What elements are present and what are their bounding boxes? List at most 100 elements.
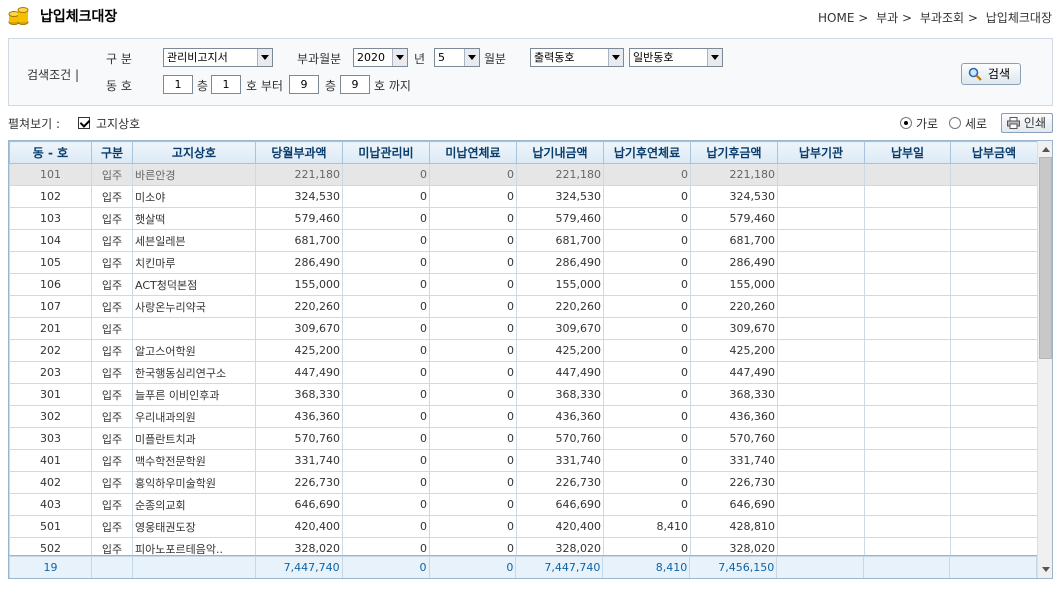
table-row[interactable]: 201 입주 309,670 0 0 309,670 0 309,670 <box>9 317 1038 340</box>
cell-due-amount: 368,330 <box>516 383 604 406</box>
table-row[interactable]: 203 입주 한국행동심리연구소 447,490 0 0 447,490 0 447,490 <box>9 361 1038 384</box>
scroll-up-icon[interactable] <box>1038 141 1052 157</box>
table-row[interactable]: 107 입주 사랑온누리약국 220,260 0 0 220,260 0 220,260 <box>9 295 1038 318</box>
table-row[interactable]: 104 입주 세븐일레븐 681,700 0 0 681,700 0 681,700 <box>9 229 1038 252</box>
cell-payment-amount <box>950 361 1038 384</box>
breadcrumb-levy[interactable]: 부과 > <box>876 11 912 25</box>
table-row[interactable]: 202 입주 알고스어학원 425,200 0 0 425,200 0 425,200 <box>9 339 1038 362</box>
total-dong-ho: 19 <box>9 556 92 578</box>
column-header-late-fee-after-due[interactable]: 납기후연체료 <box>603 141 691 164</box>
cell-payment-date <box>864 207 951 230</box>
cell-late-fee-after-due: 0 <box>603 449 691 472</box>
search-icon <box>968 67 982 81</box>
from-dong-input[interactable]: 1 <box>163 75 193 94</box>
cell-late-fee-after-due: 0 <box>603 427 691 450</box>
payment-table: 동 - 호 구분 고지상호 당월부과액 미납관리비 미납연체료 납기내금액 납기후연체료 납기후… <box>9 141 1038 560</box>
cell-amount-after-due: 220,260 <box>690 295 778 318</box>
cell-payment-agency <box>777 427 865 450</box>
table-row[interactable]: 402 입주 홍익하우미술학원 226,730 0 0 226,730 0 226,730 <box>9 471 1038 494</box>
table-row[interactable]: 301 입주 늘푸른 이비인후과 368,330 0 0 368,330 0 368,330 <box>9 383 1038 406</box>
cell-payment-agency <box>777 185 865 208</box>
column-header-payment-agency[interactable]: 납부기관 <box>777 141 865 164</box>
total-unpaid-fee: 0 <box>341 556 430 578</box>
column-header-dong-ho[interactable]: 동 - 호 <box>9 141 92 164</box>
cell-payment-date <box>864 251 951 274</box>
table-row[interactable]: 103 입주 햇살떡 579,460 0 0 579,460 0 579,460 <box>9 207 1038 230</box>
breadcrumb-home[interactable]: HOME > <box>818 11 868 25</box>
vertical-scrollbar[interactable] <box>1037 141 1052 578</box>
cell-late-fee-after-due: 8,410 <box>603 515 691 538</box>
cell-payment-agency <box>777 471 865 494</box>
column-header-unpaid-fee[interactable]: 미납관리비 <box>342 141 430 164</box>
print-button[interactable]: 인쇄 <box>1001 113 1053 133</box>
cell-unpaid-late-fee: 0 <box>429 449 517 472</box>
cell-unpaid-late-fee: 0 <box>429 471 517 494</box>
cell-amount-after-due: 436,360 <box>690 405 778 428</box>
cell-notice-name: 햇살떡 <box>132 207 256 230</box>
breadcrumb-levy-inquiry[interactable]: 부과조회 > <box>920 11 978 25</box>
building-output-select[interactable]: 출력동호 <box>530 48 624 67</box>
cell-unpaid-late-fee: 0 <box>429 493 517 516</box>
page-title: 납입체크대장 <box>40 9 118 25</box>
cell-type: 입주 <box>91 361 133 384</box>
scroll-thumb[interactable] <box>1039 157 1052 359</box>
table-row[interactable]: 501 입주 영웅태권도장 420,400 0 0 420,400 8,410 428,810 <box>9 515 1038 538</box>
view-options: 펼쳐보기 : 고지상호 가로 세로 인쇄 <box>8 113 1053 134</box>
scroll-down-icon[interactable] <box>1038 562 1052 578</box>
column-header-due-amount[interactable]: 납기내금액 <box>516 141 604 164</box>
cell-dong-ho: 303 <box>9 427 92 450</box>
search-button[interactable]: 검색 <box>961 63 1021 85</box>
cell-payment-amount <box>950 427 1038 450</box>
cell-current-charge: 221,180 <box>255 163 343 186</box>
cell-notice-name: 영웅태권도장 <box>132 515 256 538</box>
cell-type: 입주 <box>91 427 133 450</box>
from-ho-input[interactable]: 1 <box>211 75 241 94</box>
cell-amount-after-due: 646,690 <box>690 493 778 516</box>
from-floor-label: 층 <box>197 79 209 93</box>
table-total-row: 19 7,447,740 0 0 7,447,740 8,410 7,456,150 <box>9 555 1038 578</box>
cell-unpaid-late-fee: 0 <box>429 185 517 208</box>
cell-unpaid-fee: 0 <box>342 207 430 230</box>
table-row[interactable]: 302 입주 우리내과의원 436,360 0 0 436,360 0 436,360 <box>9 405 1038 428</box>
table-row[interactable]: 106 입주 ACT청덕본점 155,000 0 0 155,000 0 155,000 <box>9 273 1038 296</box>
vertical-radio[interactable] <box>949 117 961 129</box>
cell-amount-after-due: 570,760 <box>690 427 778 450</box>
cell-amount-after-due: 286,490 <box>690 251 778 274</box>
building-type-select[interactable]: 일반동호 <box>629 48 723 67</box>
gubun-select[interactable]: 관리비고지서 <box>163 48 273 67</box>
column-header-amount-after-due[interactable]: 납기후금액 <box>690 141 778 164</box>
column-header-payment-date[interactable]: 납부일 <box>864 141 951 164</box>
table-row[interactable]: 303 입주 미플란트치과 570,760 0 0 570,760 0 570,760 <box>9 427 1038 450</box>
cell-payment-agency <box>777 251 865 274</box>
column-header-payment-amount[interactable]: 납부금액 <box>950 141 1038 164</box>
cell-type: 입주 <box>91 449 133 472</box>
month-select[interactable]: 5 <box>434 48 480 67</box>
cell-payment-date <box>864 317 951 340</box>
year-select[interactable]: 2020 <box>353 48 408 67</box>
cell-payment-agency <box>777 295 865 318</box>
table-row[interactable]: 401 입주 맥수학전문학원 331,740 0 0 331,740 0 331,740 <box>9 449 1038 472</box>
horizontal-radio[interactable] <box>900 117 912 129</box>
cell-late-fee-after-due: 0 <box>603 361 691 384</box>
table-row[interactable]: 403 입주 순종의교회 646,690 0 0 646,690 0 646,690 <box>9 493 1038 516</box>
to-dong-input[interactable]: 9 <box>289 75 319 94</box>
cell-late-fee-after-due: 0 <box>603 471 691 494</box>
cell-unpaid-late-fee: 0 <box>429 383 517 406</box>
cell-due-amount: 570,760 <box>516 427 604 450</box>
column-header-current-charge[interactable]: 당월부과액 <box>255 141 343 164</box>
column-header-notice-name[interactable]: 고지상호 <box>132 141 256 164</box>
column-header-unpaid-late-fee[interactable]: 미납연체료 <box>429 141 517 164</box>
cell-dong-ho: 501 <box>9 515 92 538</box>
cell-unpaid-late-fee: 0 <box>429 251 517 274</box>
table-row[interactable]: 102 입주 미소야 324,530 0 0 324,530 0 324,530 <box>9 185 1038 208</box>
notice-name-checkbox[interactable] <box>78 117 90 129</box>
cell-amount-after-due: 324,530 <box>690 185 778 208</box>
to-ho-input[interactable]: 9 <box>340 75 370 94</box>
table-row[interactable]: 105 입주 치킨마루 286,490 0 0 286,490 0 286,490 <box>9 251 1038 274</box>
cell-unpaid-fee: 0 <box>342 317 430 340</box>
cell-payment-date <box>864 295 951 318</box>
column-header-type[interactable]: 구분 <box>91 141 133 164</box>
table-row[interactable]: 101 입주 바른안경 221,180 0 0 221,180 0 221,180 <box>9 163 1038 186</box>
cell-current-charge: 420,400 <box>255 515 343 538</box>
cell-notice-name: 바른안경 <box>132 163 256 186</box>
